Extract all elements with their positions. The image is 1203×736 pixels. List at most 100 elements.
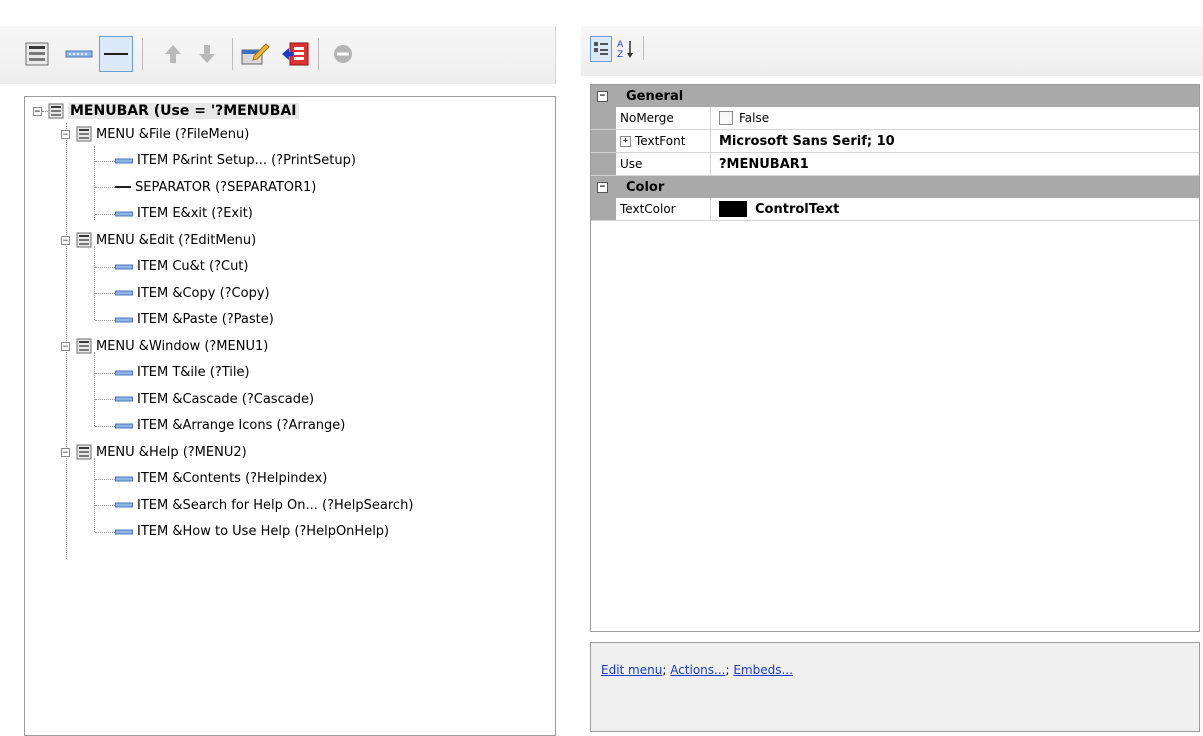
row-gutter xyxy=(591,153,616,175)
node-icon-wrap xyxy=(115,289,133,297)
add-separator-button[interactable] xyxy=(99,36,133,72)
item-icon xyxy=(115,211,133,216)
menu-tree[interactable]: − MENUBAR (Use = '?MENUBAI − MENU &File (… xyxy=(24,96,556,736)
menu-icon xyxy=(76,126,92,142)
add-item-button[interactable] xyxy=(62,36,96,72)
property-row-nomerge[interactable]: NoMerge False xyxy=(591,107,1199,130)
svg-text:A: A xyxy=(617,40,624,50)
tree-item-node[interactable]: ITEM E&xit (?Exit) xyxy=(115,203,253,225)
edit-menu-link[interactable]: Edit menu xyxy=(601,663,662,677)
exit-button[interactable] xyxy=(278,36,312,72)
collapse-icon[interactable]: − xyxy=(597,90,608,102)
delete-button[interactable] xyxy=(326,36,360,72)
tree-node-label: ITEM &Cascade (?Cascade) xyxy=(137,391,315,407)
tree-node-label: ITEM &Contents (?Helpindex) xyxy=(137,471,328,486)
tree-item-node[interactable]: ITEM P&rint Setup... (?PrintSetup) xyxy=(115,150,356,172)
collapse-icon[interactable]: − xyxy=(61,129,70,139)
property-toolbar: A Z xyxy=(581,26,1203,76)
node-icon-wrap xyxy=(76,444,92,460)
toolbar-divider xyxy=(142,38,143,70)
tree-menu-node[interactable]: − MENU &Help (?MENU2) xyxy=(61,441,247,463)
collapse-icon[interactable]: − xyxy=(61,447,70,457)
item-icon xyxy=(115,264,133,269)
categorized-button[interactable] xyxy=(590,36,612,62)
item-icon xyxy=(115,317,133,322)
tree-item-node[interactable]: ITEM &Paste (?Paste) xyxy=(115,309,274,331)
tree-connector xyxy=(94,146,95,220)
exit-icon xyxy=(282,42,309,66)
category-label: General xyxy=(626,88,684,104)
node-icon-wrap xyxy=(115,210,133,218)
tree-item-node[interactable]: ITEM &Contents (?Helpindex) xyxy=(115,468,327,490)
collapse-icon[interactable]: − xyxy=(597,181,608,193)
property-value[interactable]: ?MENUBAR1 xyxy=(711,153,1199,175)
property-value[interactable]: False xyxy=(711,107,1199,129)
tree-menu-node[interactable]: − MENU &Edit (?EditMenu) xyxy=(61,229,256,251)
tree-connector xyxy=(94,352,95,426)
move-up-button[interactable] xyxy=(156,36,190,72)
tree-root[interactable]: − MENUBAR (Use = '?MENUBAI xyxy=(33,100,299,122)
move-down-button[interactable] xyxy=(190,36,224,72)
collapse-icon[interactable]: − xyxy=(61,235,70,245)
menu-icon xyxy=(76,444,92,460)
node-icon-wrap xyxy=(115,369,133,377)
tree-item-node[interactable]: ITEM &Arrange Icons (?Arrange) xyxy=(115,415,345,437)
tree-root-label: MENUBAR (Use = '?MENUBAI xyxy=(68,103,299,119)
tree-menu-node[interactable]: − MENU &Window (?MENU1) xyxy=(61,335,268,357)
node-icon-wrap xyxy=(115,157,133,165)
tree-separator-node[interactable]: SEPARATOR (?SEPARATOR1) xyxy=(115,176,316,198)
tree-item-node[interactable]: ITEM Cu&t (?Cut) xyxy=(115,256,248,278)
item-icon xyxy=(115,529,133,534)
tree-item-node[interactable]: ITEM &Copy (?Copy) xyxy=(115,282,270,304)
row-gutter xyxy=(591,198,616,220)
property-row-use[interactable]: Use ?MENUBAR1 xyxy=(591,153,1199,176)
category-general[interactable]: − General xyxy=(591,85,1199,107)
tree-connector xyxy=(94,246,95,320)
delete-icon xyxy=(334,45,352,63)
property-row-textfont[interactable]: + TextFont Microsoft Sans Serif; 10 xyxy=(591,130,1199,153)
property-name: + TextFont xyxy=(616,130,711,152)
property-name-text: TextFont xyxy=(635,134,686,148)
tree-node-label: ITEM P&rint Setup... (?PrintSetup) xyxy=(137,153,356,168)
property-value-text: False xyxy=(739,111,770,125)
toolbar-divider xyxy=(643,36,644,60)
tree-menu-node[interactable]: − MENU &File (?FileMenu) xyxy=(61,123,249,145)
property-row-textcolor[interactable]: TextColor ControlText xyxy=(591,198,1199,221)
tree-item-node[interactable]: ITEM &How to Use Help (?HelpOnHelp) xyxy=(115,521,389,543)
expand-icon[interactable]: + xyxy=(620,135,631,147)
item-icon xyxy=(115,158,133,163)
item-icon xyxy=(115,290,133,296)
property-grid[interactable]: − General NoMerge False + TextFont Micro… xyxy=(590,84,1200,632)
property-value[interactable]: Microsoft Sans Serif; 10 xyxy=(711,130,1199,152)
node-icon-wrap xyxy=(115,422,133,430)
edit-icon xyxy=(241,43,270,65)
categorized-icon xyxy=(594,42,608,55)
property-name: NoMerge xyxy=(616,107,711,129)
tree-connector xyxy=(95,425,115,427)
menu-icon xyxy=(76,232,92,248)
move-up-icon xyxy=(165,45,181,63)
collapse-icon[interactable]: − xyxy=(33,106,42,116)
category-color[interactable]: − Color xyxy=(591,176,1199,198)
edit-button[interactable] xyxy=(238,36,272,72)
add-menu-button[interactable] xyxy=(20,36,54,72)
node-icon-wrap xyxy=(76,232,92,248)
tree-connector xyxy=(95,399,115,400)
node-icon-wrap xyxy=(115,263,133,271)
property-name: TextColor xyxy=(616,198,711,220)
tree-item-node[interactable]: ITEM T&ile (?Tile) xyxy=(115,362,250,384)
tree-connector xyxy=(94,458,95,532)
tree-node-label: ITEM Cu&t (?Cut) xyxy=(137,259,249,274)
node-icon-wrap xyxy=(115,528,133,536)
tree-item-node[interactable]: ITEM &Search for Help On... (?HelpSearch… xyxy=(115,494,413,516)
collapse-icon[interactable]: − xyxy=(61,341,70,351)
property-value[interactable]: ControlText xyxy=(711,198,1199,220)
svg-text:Z: Z xyxy=(617,50,623,60)
nomerge-checkbox[interactable] xyxy=(719,111,733,125)
property-value-text: ControlText xyxy=(755,201,840,217)
node-icon-wrap xyxy=(115,395,133,403)
sort-alpha-button[interactable]: A Z xyxy=(615,36,637,62)
actions-link[interactable]: Actions... xyxy=(670,663,725,677)
tree-item-node[interactable]: ITEM &Cascade (?Cascade) xyxy=(115,388,314,410)
embeds-link[interactable]: Embeds... xyxy=(733,663,793,677)
